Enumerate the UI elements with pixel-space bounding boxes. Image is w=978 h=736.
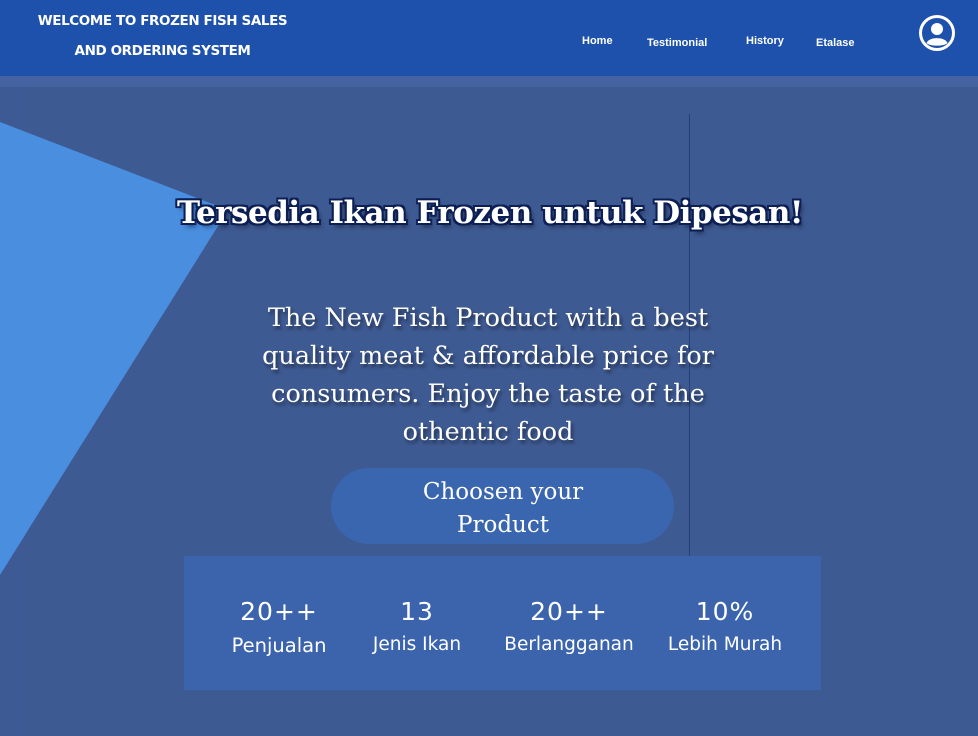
brand-line-2: AND ORDERING SYSTEM [74, 43, 251, 59]
hero-headline: Tersedia Ikan Frozen untuk Dipesan! [176, 195, 804, 231]
stat-berlangganan: 20++ Berlangganan [494, 596, 644, 655]
stat-value: 20++ [530, 597, 608, 626]
stat-label: Penjualan [231, 634, 327, 657]
stat-label: Berlangganan [504, 634, 634, 655]
choose-product-label: Choosen your Product [422, 478, 584, 538]
stat-label: Lebih Murah [667, 634, 783, 655]
stat-lebih-murah: 10% Lebih Murah [660, 596, 790, 655]
choose-product-button[interactable]: Choosen your Product [331, 468, 674, 544]
brand-line-1: WELCOME TO FROZEN FISH SALES [37, 13, 288, 29]
nav-history[interactable]: History [746, 35, 784, 47]
stat-penjualan: 20++ Penjualan [214, 596, 344, 657]
top-navigation-bar: WELCOME TO FROZEN FISH SALES AND ORDERIN… [0, 0, 978, 76]
nav-testimonial[interactable]: Testimonial [647, 37, 707, 49]
nav-home[interactable]: Home [582, 35, 613, 47]
stat-jenis-ikan: 13 Jenis Ikan [357, 596, 477, 655]
panel-top-edge [0, 76, 978, 87]
nav-etalase[interactable]: Etalase [816, 37, 855, 49]
stat-value: 13 [400, 597, 434, 626]
stat-value: 10% [695, 597, 755, 626]
stat-label: Jenis Ikan [372, 634, 462, 655]
user-circle-icon[interactable] [918, 14, 956, 52]
hero-subtitle: The New Fish Product with a best quality… [262, 303, 714, 447]
stats-panel: 20++ Penjualan 13 Jenis Ikan 20++ Berlan… [184, 556, 821, 690]
stat-value: 20++ [240, 597, 318, 626]
brand-title: WELCOME TO FROZEN FISH SALES AND ORDERIN… [30, 6, 295, 66]
